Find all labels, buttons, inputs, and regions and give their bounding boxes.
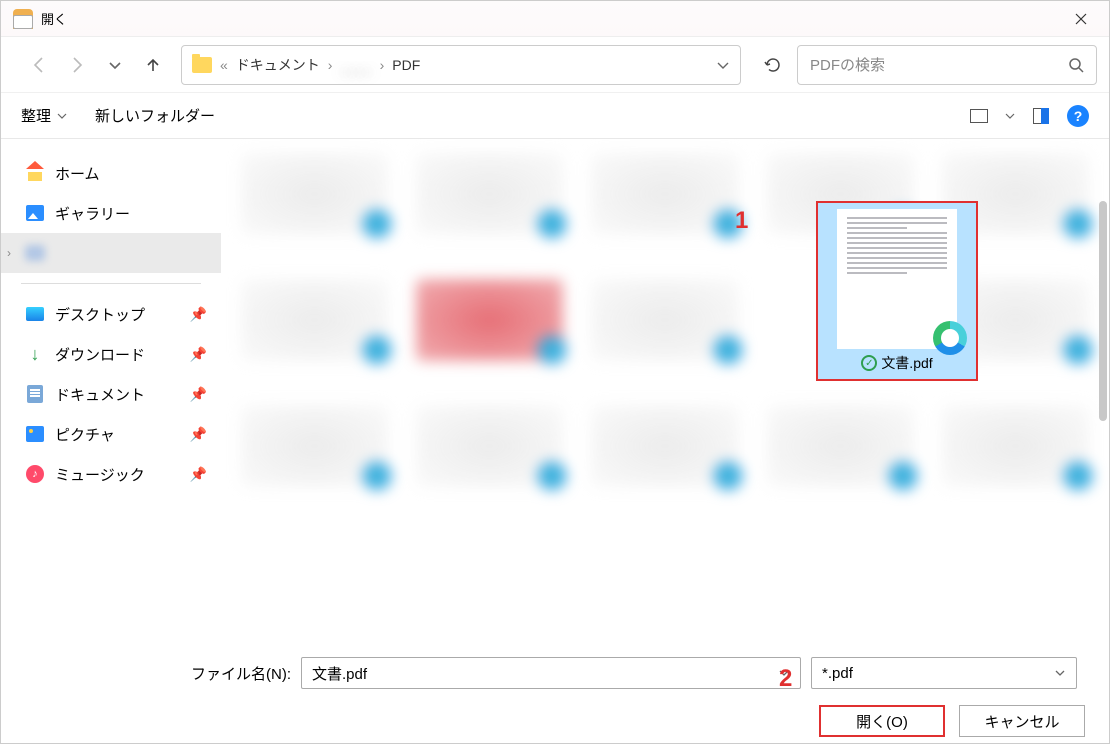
- filter-value: *.pdf: [822, 665, 853, 682]
- sidebar-item-downloads[interactable]: ↓ ダウンロード 📌: [1, 334, 221, 374]
- annotation-2: 2: [779, 665, 792, 693]
- home-icon: [26, 165, 44, 181]
- chevron-down-icon: [57, 111, 67, 121]
- main-area: ホーム ギャラリー › デスクトップ 📌 ↓ ダウンロード 📌 ドキュメント 📌: [1, 139, 1109, 629]
- file-item-blurred[interactable]: [757, 397, 924, 507]
- breadcrumb-item-hidden[interactable]: ____: [340, 57, 371, 73]
- file-item-blurred[interactable]: [406, 271, 573, 381]
- breadcrumb-root-sep: «: [220, 57, 228, 73]
- refresh-button[interactable]: [751, 45, 795, 85]
- document-icon: [27, 385, 43, 403]
- search-placeholder: PDFの検索: [810, 54, 1068, 75]
- file-item-blurred[interactable]: [932, 397, 1099, 507]
- filename-value: 文書.pdf: [312, 663, 367, 684]
- filename-label: ファイル名(N):: [191, 663, 291, 684]
- blurred-icon: [25, 245, 45, 261]
- folder-icon: [192, 57, 212, 73]
- sidebar-item-label: ダウンロード: [55, 344, 145, 365]
- sidebar: ホーム ギャラリー › デスクトップ 📌 ↓ ダウンロード 📌 ドキュメント 📌: [1, 139, 221, 629]
- file-item-selected[interactable]: ✓ 文書.pdf: [816, 201, 978, 381]
- search-icon: [1068, 57, 1084, 73]
- desktop-icon: [26, 307, 44, 321]
- organize-menu[interactable]: 整理: [21, 105, 67, 126]
- toolbar: 整理 新しいフォルダー ?: [1, 93, 1109, 139]
- search-input[interactable]: PDFの検索: [797, 45, 1097, 85]
- file-item-blurred[interactable]: [581, 397, 748, 507]
- filename-input[interactable]: 文書.pdf: [301, 657, 801, 689]
- sidebar-item-pictures[interactable]: ピクチャ 📌: [1, 414, 221, 454]
- gallery-icon: [26, 205, 44, 221]
- check-icon: ✓: [861, 355, 877, 371]
- sidebar-item-music[interactable]: ミュージック 📌: [1, 454, 221, 494]
- nav-up-button[interactable]: [135, 47, 171, 83]
- chevron-down-icon[interactable]: [716, 58, 730, 72]
- annotation-1: 1: [735, 207, 748, 235]
- chevron-right-icon: ›: [328, 57, 333, 73]
- file-item-blurred[interactable]: [231, 145, 398, 255]
- file-item-blurred[interactable]: [406, 397, 573, 507]
- app-icon: [13, 9, 33, 29]
- organize-label: 整理: [21, 105, 51, 126]
- sidebar-item-selected-hidden[interactable]: ›: [1, 233, 221, 273]
- chevron-right-icon: ›: [7, 246, 11, 260]
- cancel-button[interactable]: キャンセル: [959, 705, 1085, 737]
- sidebar-item-home[interactable]: ホーム: [1, 153, 221, 193]
- pin-icon: 📌: [190, 346, 207, 363]
- download-icon: ↓: [25, 344, 45, 364]
- sidebar-item-documents[interactable]: ドキュメント 📌: [1, 374, 221, 414]
- sidebar-item-label: ギャラリー: [55, 203, 130, 224]
- file-item-blurred[interactable]: [406, 145, 573, 255]
- edge-icon: [933, 321, 967, 355]
- footer: ファイル名(N): 文書.pdf *.pdf 開く(O) キャンセル: [1, 643, 1109, 743]
- title-bar: 開く: [1, 1, 1109, 37]
- pin-icon: 📌: [190, 426, 207, 443]
- filetype-filter[interactable]: *.pdf: [811, 657, 1077, 689]
- sidebar-item-label: デスクトップ: [55, 304, 145, 325]
- sidebar-item-desktop[interactable]: デスクトップ 📌: [1, 294, 221, 334]
- nav-forward-button[interactable]: [59, 47, 95, 83]
- file-item-blurred[interactable]: [581, 145, 748, 255]
- new-folder-button[interactable]: 新しいフォルダー: [95, 105, 215, 126]
- sidebar-item-label: ホーム: [55, 163, 100, 184]
- view-large-button[interactable]: [965, 103, 993, 129]
- window-title: 開く: [41, 9, 1065, 28]
- breadcrumb-item[interactable]: PDF: [392, 57, 420, 73]
- nav-recent-dropdown[interactable]: [97, 47, 133, 83]
- sidebar-item-label: ピクチャ: [55, 424, 115, 445]
- music-icon: [26, 465, 44, 483]
- sidebar-divider: [21, 283, 201, 284]
- close-button[interactable]: [1065, 3, 1097, 35]
- sidebar-item-label: ミュージック: [55, 464, 145, 485]
- open-button[interactable]: 開く(O): [819, 705, 945, 737]
- file-item-blurred[interactable]: [231, 271, 398, 381]
- pin-icon: 📌: [190, 386, 207, 403]
- file-thumbnail: [837, 209, 957, 349]
- nav-back-button[interactable]: [21, 47, 57, 83]
- pin-icon: 📌: [190, 306, 207, 323]
- chevron-down-icon[interactable]: [1054, 667, 1066, 679]
- file-grid[interactable]: ✓ 文書.pdf: [221, 139, 1109, 629]
- breadcrumb-item[interactable]: ドキュメント: [236, 55, 320, 75]
- file-name-label: 文書.pdf: [881, 353, 932, 373]
- view-preview-button[interactable]: [1027, 103, 1055, 129]
- file-item-blurred[interactable]: [581, 271, 748, 381]
- pictures-icon: [26, 426, 44, 442]
- pin-icon: 📌: [190, 466, 207, 483]
- help-button[interactable]: ?: [1067, 105, 1089, 127]
- chevron-down-icon[interactable]: [1005, 111, 1015, 121]
- chevron-right-icon: ›: [380, 57, 385, 73]
- file-item-blurred[interactable]: [231, 397, 398, 507]
- sidebar-item-label: ドキュメント: [55, 384, 145, 405]
- navigation-row: « ドキュメント › ____ › PDF PDFの検索: [1, 37, 1109, 93]
- address-bar[interactable]: « ドキュメント › ____ › PDF: [181, 45, 741, 85]
- sidebar-item-gallery[interactable]: ギャラリー: [1, 193, 221, 233]
